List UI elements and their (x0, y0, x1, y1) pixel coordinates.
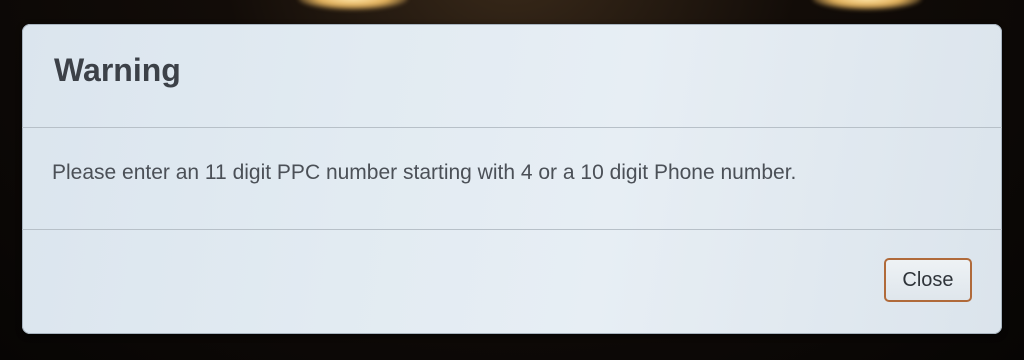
dialog-body: Please enter an 11 digit PPC number star… (22, 128, 1002, 230)
dialog-footer: Close (22, 230, 1002, 334)
close-button[interactable]: Close (884, 258, 972, 302)
dialog-header: Warning (22, 24, 1002, 128)
background-light (298, 0, 408, 10)
background-light (812, 0, 922, 10)
warning-dialog: Warning Please enter an 11 digit PPC num… (22, 24, 1002, 334)
dialog-title: Warning (54, 52, 181, 88)
dialog-message: Please enter an 11 digit PPC number star… (52, 161, 797, 184)
